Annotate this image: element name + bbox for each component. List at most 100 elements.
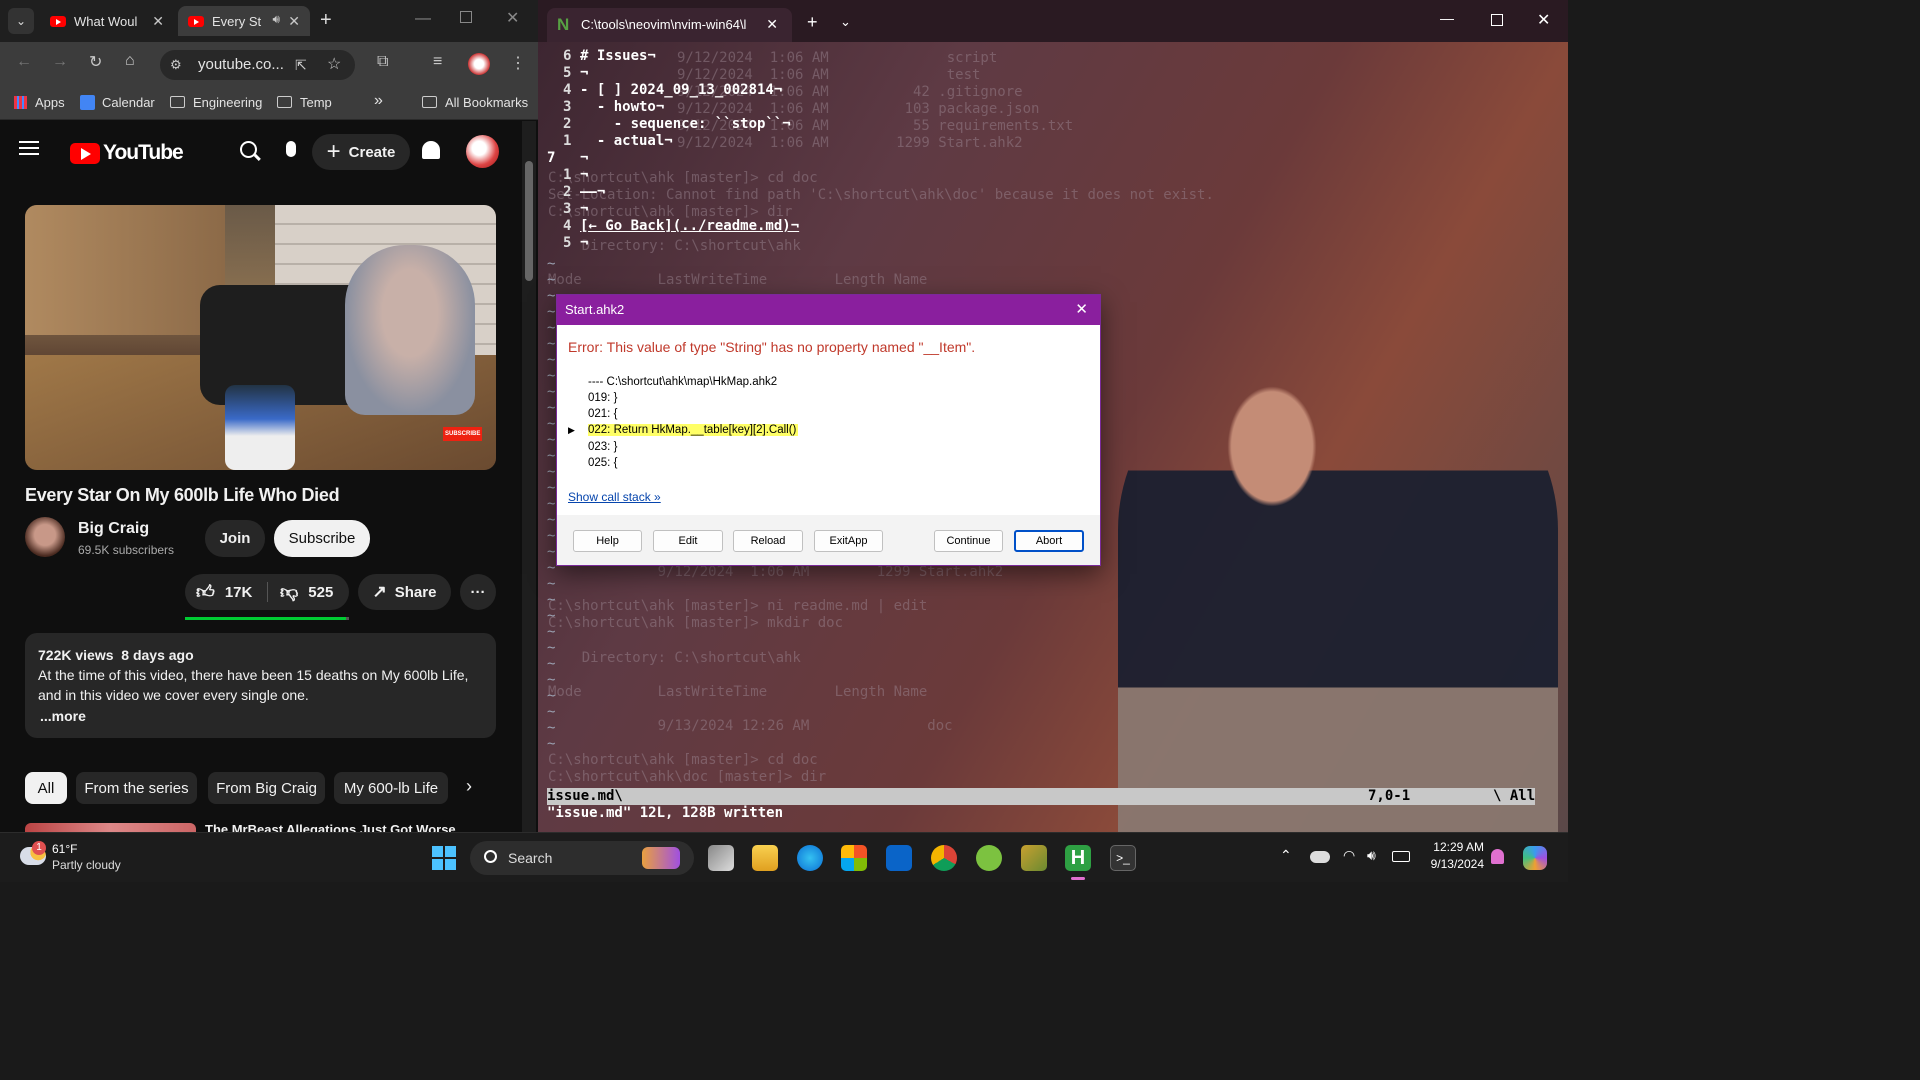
subscribe-watermark[interactable]: SUBSCRIBE (443, 427, 483, 441)
show-call-stack-link[interactable]: Show call stack » (568, 490, 661, 504)
maximize-icon[interactable] (1491, 14, 1503, 26)
minimize-icon[interactable]: — (1440, 10, 1454, 26)
chrome-icon[interactable] (931, 845, 957, 871)
more-actions-button[interactable]: ··· (460, 574, 496, 610)
bookmark-all-bookmarks[interactable]: All Bookmarks (445, 95, 528, 110)
autohotkey-icon[interactable]: H (1065, 845, 1091, 871)
like-button[interactable]: 👍︎ 17K (196, 581, 252, 603)
speaker-icon[interactable]: 🔊︎ (272, 12, 280, 27)
subscribe-button[interactable]: Subscribe (274, 520, 370, 557)
scrollbar-thumb[interactable] (525, 161, 533, 281)
battery-icon[interactable] (1392, 851, 1410, 862)
new-tab-button[interactable]: + (320, 9, 332, 32)
editor-buffer[interactable]: 6 # Issues¬ 5 ¬ 4 - [ ] 2024_09_13_00281… (538, 48, 1568, 278)
exitapp-button[interactable]: ExitApp (814, 530, 883, 552)
bookmark-star-icon[interactable]: ☆ (327, 50, 341, 80)
microphone-icon[interactable] (286, 141, 296, 157)
kebab-menu-icon[interactable]: ⋮ (510, 53, 526, 73)
shell-ghost-line: Mode LastWriteTime Length Name (548, 684, 928, 700)
chip-all[interactable]: All (25, 772, 67, 804)
back-arrow-icon[interactable]: ← (16, 53, 32, 71)
forward-arrow-icon[interactable]: → (52, 53, 68, 71)
terminal-icon[interactable]: >_ (1110, 845, 1136, 871)
wifi-icon[interactable]: ◠ (1343, 847, 1355, 864)
youtube-favicon-icon (50, 15, 66, 27)
address-bar[interactable]: ⚙ youtube.co... ⇱ ☆ (160, 50, 355, 80)
new-tab-icon[interactable]: + (807, 12, 818, 33)
store-icon[interactable] (841, 845, 867, 871)
more-link[interactable]: ...more (40, 708, 86, 724)
video-player[interactable]: SUBSCRIBE (25, 205, 496, 470)
close-icon[interactable]: ✕ (288, 13, 300, 30)
chevron-up-icon[interactable]: ⌃ (1280, 847, 1292, 864)
dialog-titlebar[interactable]: Start.ahk2 ✕ (557, 295, 1100, 325)
close-icon[interactable]: ✕ (766, 16, 778, 33)
notifications-bell-icon[interactable] (422, 141, 440, 159)
weather-widget[interactable]: 1 61°F Partly cloudy (18, 839, 138, 877)
next-video-thumbnail[interactable] (25, 823, 196, 832)
editor-line-link[interactable]: [← Go Back](../readme.md)¬ (580, 218, 799, 234)
help-button[interactable]: Help (573, 530, 642, 552)
file-explorer-icon[interactable] (752, 845, 778, 871)
notification-bell-icon[interactable] (1491, 849, 1504, 864)
chip-my-600lb-life[interactable]: My 600-lb Life (334, 772, 448, 804)
shell-ghost-line: C:\shortcut\ahk [master]> mkdir doc (548, 615, 844, 631)
task-view-icon[interactable] (708, 845, 734, 871)
scrollbar[interactable] (522, 121, 536, 832)
open-in-app-icon[interactable]: ⇱ (295, 50, 307, 80)
current-line-number: 7 (547, 150, 556, 166)
edit-button[interactable]: Edit (653, 530, 723, 552)
channel-avatar[interactable] (25, 517, 65, 557)
media-queue-icon[interactable]: ≡ (433, 53, 442, 71)
dislike-button[interactable]: 👎︎ 525 (280, 581, 333, 603)
reload-icon[interactable]: ↻ (89, 52, 102, 72)
like-ratio-fill (185, 617, 346, 620)
bookmark-engineering[interactable]: Engineering (193, 95, 262, 110)
bookmark-calendar[interactable]: Calendar (102, 95, 155, 110)
chip-from-big-craig[interactable]: From Big Craig (208, 772, 325, 804)
reload-button[interactable]: Reload (733, 530, 803, 552)
copilot-icon[interactable] (1523, 846, 1547, 870)
maximize-icon[interactable] (460, 11, 472, 23)
youtube-logo[interactable]: YouTube (70, 141, 184, 165)
browser-tab-active[interactable]: Every St 🔊︎ ✕ (178, 6, 310, 36)
create-button[interactable]: + Create (312, 134, 410, 170)
shell-ghost-line: 9/12/2024 1:06 AM 1299 Start.ahk2 (548, 564, 1004, 580)
tab-dropdown-icon[interactable]: ⌄ (840, 14, 851, 30)
close-icon[interactable]: ✕ (1075, 295, 1088, 325)
chips-next-chevron-icon[interactable]: › (466, 776, 472, 797)
channel-name[interactable]: Big Craig (78, 520, 149, 538)
bookmark-temp[interactable]: Temp (300, 95, 332, 110)
abort-button[interactable]: Abort (1014, 530, 1084, 552)
start-button[interactable] (432, 846, 456, 870)
tab-search-button[interactable]: ⌄ (8, 8, 34, 34)
app-cloud-icon[interactable] (976, 845, 1002, 871)
minimize-icon[interactable]: — (415, 10, 431, 28)
clock[interactable]: 12:29 AM 9/13/2024 (1420, 840, 1484, 871)
join-button[interactable]: Join (205, 520, 265, 557)
next-video-title[interactable]: The MrBeast Allegations Just Got Worse (205, 822, 456, 832)
share-button[interactable]: ↗ Share (358, 574, 451, 610)
extensions-icon[interactable]: ⧉ (377, 53, 388, 71)
code-line: 025: { (588, 457, 618, 469)
onedrive-cloud-icon[interactable] (1310, 851, 1330, 863)
taskbar-search[interactable]: Search (470, 841, 694, 875)
account-avatar[interactable] (466, 135, 499, 168)
close-window-icon[interactable]: ✕ (506, 8, 519, 28)
chip-from-the-series[interactable]: From the series (76, 772, 197, 804)
site-info-icon[interactable]: ⚙ (170, 50, 182, 80)
bookmarks-overflow-button[interactable]: » (374, 92, 383, 110)
close-window-icon[interactable]: ✕ (1537, 10, 1550, 30)
terminal-tab[interactable]: N C:\tools\neovim\nvim-win64\l ✕ (547, 8, 792, 42)
volume-icon[interactable]: 🔊︎ (1367, 847, 1376, 864)
outlook-icon[interactable] (886, 845, 912, 871)
edge-icon[interactable] (797, 845, 823, 871)
editor-line: # Issues¬ (580, 48, 656, 64)
home-icon[interactable]: ⌂ (125, 52, 135, 70)
bookmark-apps[interactable]: Apps (35, 95, 65, 110)
close-icon[interactable]: ✕ (152, 13, 164, 30)
profile-avatar[interactable] (468, 53, 490, 75)
app-grid-icon[interactable] (1021, 845, 1047, 871)
browser-tab[interactable]: What Woul ✕ (40, 6, 174, 36)
continue-button[interactable]: Continue (934, 530, 1003, 552)
